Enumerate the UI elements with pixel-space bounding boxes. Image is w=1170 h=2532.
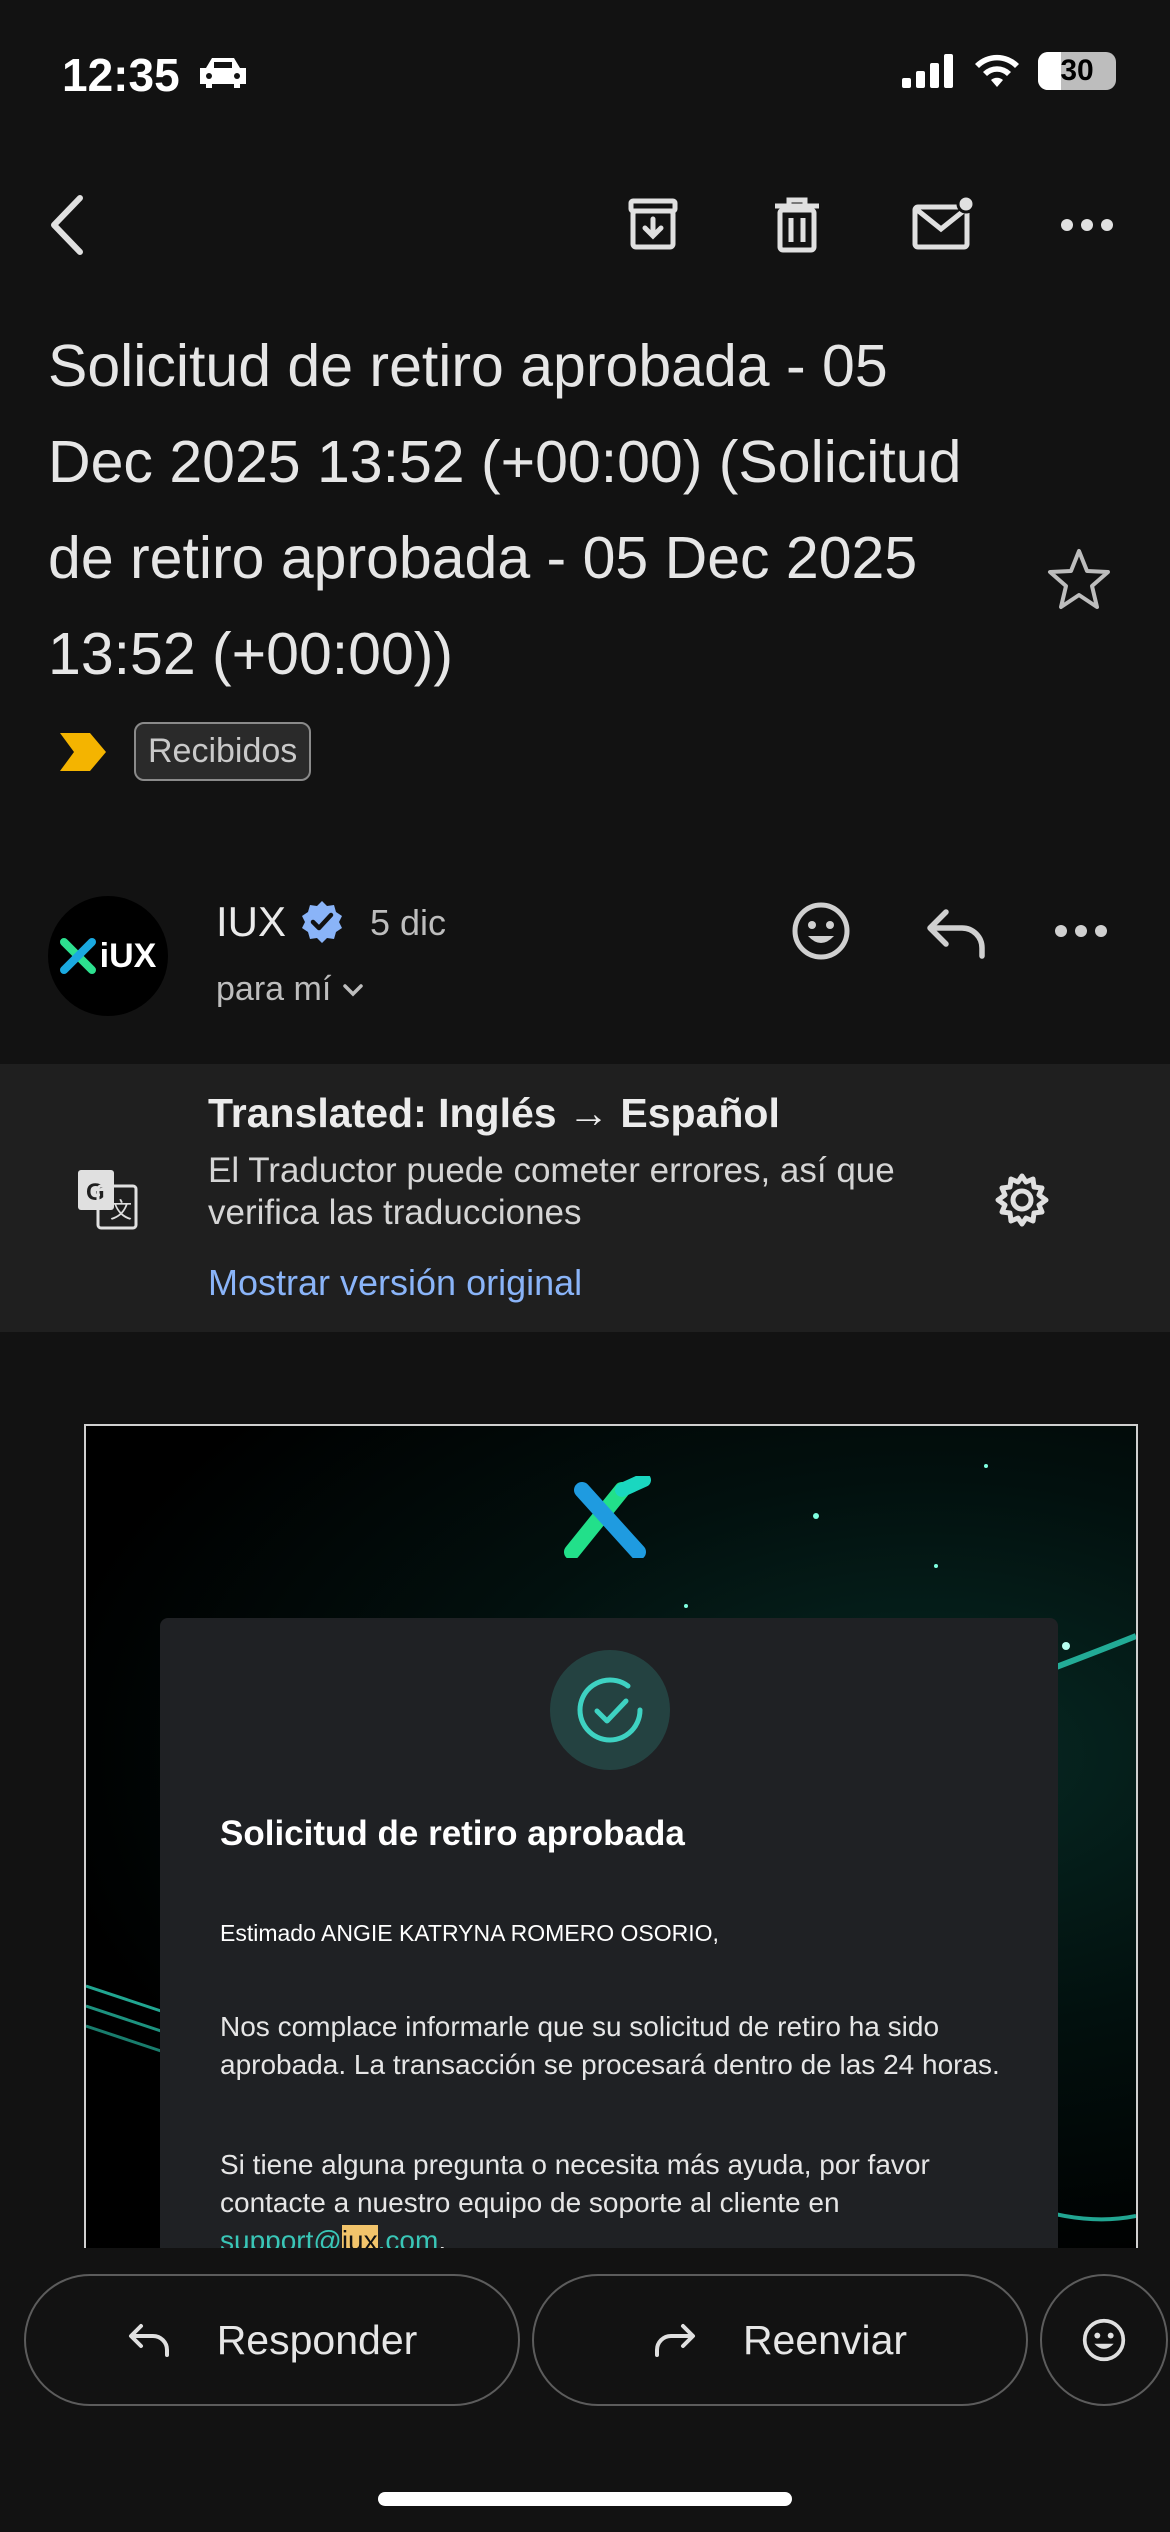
forward-icon bbox=[654, 2324, 695, 2357]
translation-title: Translated: Inglés → Español bbox=[208, 1090, 780, 1136]
content-paragraph-support: Si tiene alguna pregunta o necesita más … bbox=[220, 2146, 1010, 2260]
iux-brand-logo bbox=[564, 1476, 651, 1558]
archive-button[interactable] bbox=[618, 190, 688, 260]
label-row: Recibidos bbox=[56, 722, 312, 781]
star-icon bbox=[1048, 549, 1110, 609]
mark-unread-icon bbox=[912, 195, 976, 250]
chevron-down-icon bbox=[343, 983, 364, 996]
delete-button[interactable] bbox=[762, 190, 832, 260]
mark-unread-button[interactable] bbox=[906, 186, 982, 260]
status-time: 12:35 bbox=[62, 49, 180, 101]
check-circle-icon bbox=[577, 1677, 643, 1743]
emoji-icon bbox=[1082, 2318, 1126, 2362]
back-button[interactable] bbox=[36, 190, 96, 260]
archive-icon bbox=[628, 198, 678, 250]
email-subject: Solicitud de retiro aprobada - 05 Dec 20… bbox=[48, 333, 962, 687]
content-title: Solicitud de retiro aprobada bbox=[220, 1814, 685, 1853]
battery-icon: 30 bbox=[1038, 52, 1116, 90]
translation-note: El Traductor puede cometer errores, así … bbox=[208, 1151, 895, 1232]
star-button[interactable] bbox=[1046, 546, 1112, 612]
email-date: 5 dic bbox=[370, 902, 447, 943]
reply-icon-button[interactable] bbox=[924, 904, 988, 960]
inbox-label-chip[interactable]: Recibidos bbox=[134, 722, 312, 781]
approved-check-badge bbox=[550, 1650, 670, 1770]
support-text: Si tiene alguna pregunta o necesita más … bbox=[220, 2149, 930, 2218]
iux-logo-icon bbox=[59, 938, 96, 974]
reply-button[interactable]: Responder bbox=[24, 2274, 520, 2406]
verified-badge-icon bbox=[302, 901, 342, 943]
battery-percent: 30 bbox=[1060, 54, 1094, 87]
avatar-text: iUX bbox=[99, 936, 157, 975]
sender-avatar[interactable]: iUX bbox=[48, 896, 168, 1016]
gear-icon bbox=[995, 1173, 1049, 1227]
forward-button[interactable]: Reenviar bbox=[532, 2274, 1028, 2406]
message-more-button[interactable] bbox=[1054, 906, 1114, 956]
signal-icon bbox=[902, 54, 953, 88]
status-icons: 30 bbox=[902, 52, 1116, 90]
content-paragraph-approval: Nos complace informarle que su solicitud… bbox=[220, 2011, 1000, 2080]
recipient-details-toggle[interactable]: para mí bbox=[216, 970, 365, 1009]
recipient-text: para mí bbox=[216, 970, 332, 1008]
more-icon bbox=[1061, 219, 1113, 231]
more-icon bbox=[1055, 925, 1107, 937]
car-icon bbox=[200, 58, 246, 88]
delete-icon bbox=[775, 197, 819, 253]
important-marker-icon[interactable] bbox=[56, 729, 110, 775]
svg-text:文: 文 bbox=[110, 1199, 132, 1224]
svg-text:G: G bbox=[86, 1179, 105, 1206]
back-icon bbox=[51, 195, 83, 255]
more-options-button[interactable] bbox=[1052, 190, 1122, 260]
content-greeting: Estimado ANGIE KATRYNA ROMERO OSORIO, bbox=[220, 1920, 719, 1946]
reply-icon bbox=[128, 2324, 169, 2357]
reply-icon bbox=[927, 909, 985, 959]
emoji-reaction-button[interactable] bbox=[1040, 2274, 1168, 2406]
wifi-icon bbox=[975, 54, 1019, 87]
emoji-icon bbox=[792, 902, 850, 960]
show-original-link[interactable]: Mostrar versión original bbox=[208, 1262, 582, 1304]
translation-settings-button[interactable] bbox=[992, 1170, 1052, 1230]
forward-label: Reenviar bbox=[742, 2316, 908, 2363]
reply-label: Responder bbox=[216, 2316, 418, 2363]
add-reaction-button[interactable] bbox=[790, 900, 852, 962]
home-indicator[interactable] bbox=[378, 2492, 792, 2506]
translate-icon: G 文 bbox=[78, 1170, 138, 1230]
sender-name[interactable]: IUX bbox=[216, 898, 286, 946]
